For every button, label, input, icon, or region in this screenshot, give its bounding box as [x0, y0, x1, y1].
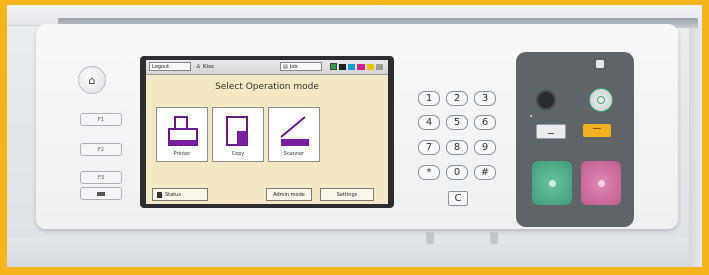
- copy-icon: [226, 116, 248, 146]
- user-label: ♙ Kiss: [196, 62, 214, 71]
- scanner-mode-label: Scanner: [283, 151, 305, 157]
- key-7[interactable]: 7: [418, 140, 440, 155]
- f1-key[interactable]: F1: [80, 113, 122, 126]
- screen-title: Select Operation mode: [215, 82, 319, 92]
- key-3[interactable]: 3: [474, 91, 496, 106]
- toner-icon: [339, 64, 384, 70]
- power-button[interactable]: [536, 90, 556, 110]
- printer-icon: [168, 116, 198, 146]
- settings-button[interactable]: Settings: [320, 188, 374, 201]
- indicator-marker: ▪: [530, 114, 533, 118]
- wifi-icon: [330, 63, 337, 70]
- key-6[interactable]: 6: [474, 115, 496, 130]
- job-label: Job: [289, 63, 298, 70]
- logout-label: Logout: [152, 63, 170, 70]
- reset-icon: [548, 128, 554, 134]
- energy-saver-icon: [597, 96, 605, 104]
- key-8[interactable]: 8: [446, 140, 468, 155]
- admin-mode-button[interactable]: Admin mode: [266, 188, 312, 201]
- user-icon: ♙: [196, 63, 201, 70]
- device-base: [7, 237, 702, 267]
- status-label: Status: [165, 191, 181, 198]
- key-2[interactable]: 2: [446, 91, 468, 106]
- power-icon: [596, 60, 604, 68]
- interrupt-button[interactable]: [583, 124, 611, 137]
- copy-mode-button[interactable]: Copy: [212, 107, 264, 162]
- key-9[interactable]: 9: [474, 140, 496, 155]
- f2-key[interactable]: F2: [80, 143, 122, 156]
- scanner-mode-button[interactable]: Scanner: [268, 107, 320, 162]
- interrupt-icon: [593, 128, 601, 133]
- device-side: [689, 25, 702, 267]
- copy-mode-label: Copy: [231, 151, 245, 157]
- key-5[interactable]: 5: [446, 115, 468, 130]
- menu-icon: [97, 191, 105, 196]
- status-button[interactable]: Status: [152, 188, 208, 201]
- printer-mode-label: Printer: [173, 151, 191, 157]
- key-4[interactable]: 4: [418, 115, 440, 130]
- printer-mode-button[interactable]: Printer: [156, 107, 208, 162]
- job-button[interactable]: ▤ Job: [280, 62, 322, 71]
- key-0[interactable]: 0: [446, 165, 468, 180]
- energy-saver-button[interactable]: [589, 88, 613, 112]
- start-button[interactable]: [532, 161, 572, 205]
- mount-post: [490, 232, 498, 244]
- mount-post: [426, 232, 434, 244]
- f4-key[interactable]: [80, 187, 122, 200]
- start-icon: [548, 179, 556, 187]
- stop-button[interactable]: [581, 161, 621, 205]
- user-name: Kiss: [202, 63, 214, 70]
- clear-key[interactable]: C: [448, 191, 468, 206]
- stop-icon: [597, 179, 605, 187]
- key-hash[interactable]: #: [474, 165, 496, 180]
- reset-button[interactable]: [536, 124, 566, 139]
- key-star[interactable]: *: [418, 165, 440, 180]
- status-icon: [157, 191, 162, 198]
- job-icon: ▤: [283, 63, 288, 70]
- key-1[interactable]: 1: [418, 91, 440, 106]
- home-icon: ⌂: [88, 73, 96, 87]
- f3-key[interactable]: F3: [80, 171, 122, 184]
- home-button[interactable]: ⌂: [78, 66, 106, 94]
- scanner-icon: [280, 116, 309, 146]
- logout-button[interactable]: Logout: [149, 62, 191, 71]
